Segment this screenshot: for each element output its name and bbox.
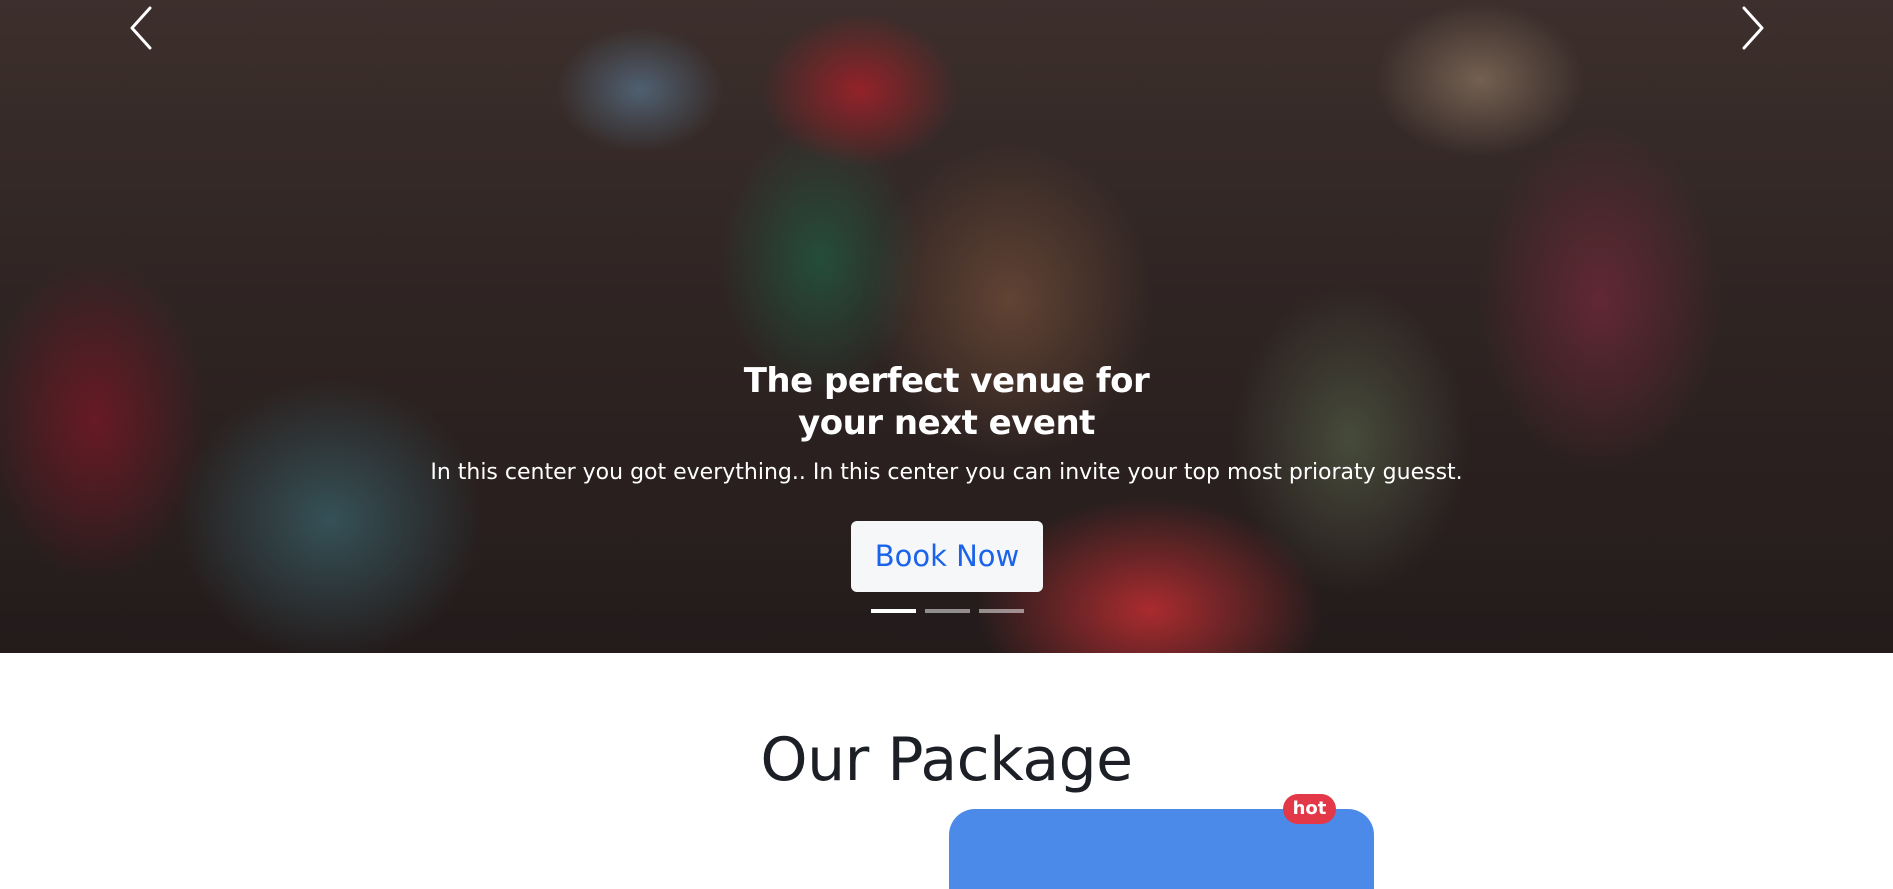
hero-subtitle: In this center you got everything.. In t… [430, 460, 1463, 485]
chevron-right-icon [1742, 6, 1764, 50]
carousel-indicator-1[interactable] [871, 609, 916, 613]
book-now-button[interactable]: Book Now [851, 521, 1043, 592]
section-title: Our Package [760, 725, 1133, 795]
chevron-left-icon [130, 6, 152, 50]
hero-title: The perfect venue for your next event [743, 361, 1150, 443]
carousel-indicator-2[interactable] [925, 609, 970, 613]
carousel-next-button[interactable] [1730, 6, 1774, 50]
hot-badge: hot [1283, 794, 1336, 824]
hero-carousel: The perfect venue for your next event In… [0, 0, 1893, 653]
carousel-indicator-3[interactable] [979, 609, 1024, 613]
carousel-prev-button[interactable] [120, 6, 164, 50]
carousel-indicators [871, 609, 1024, 613]
carousel-caption: The perfect venue for your next event In… [0, 360, 1893, 488]
